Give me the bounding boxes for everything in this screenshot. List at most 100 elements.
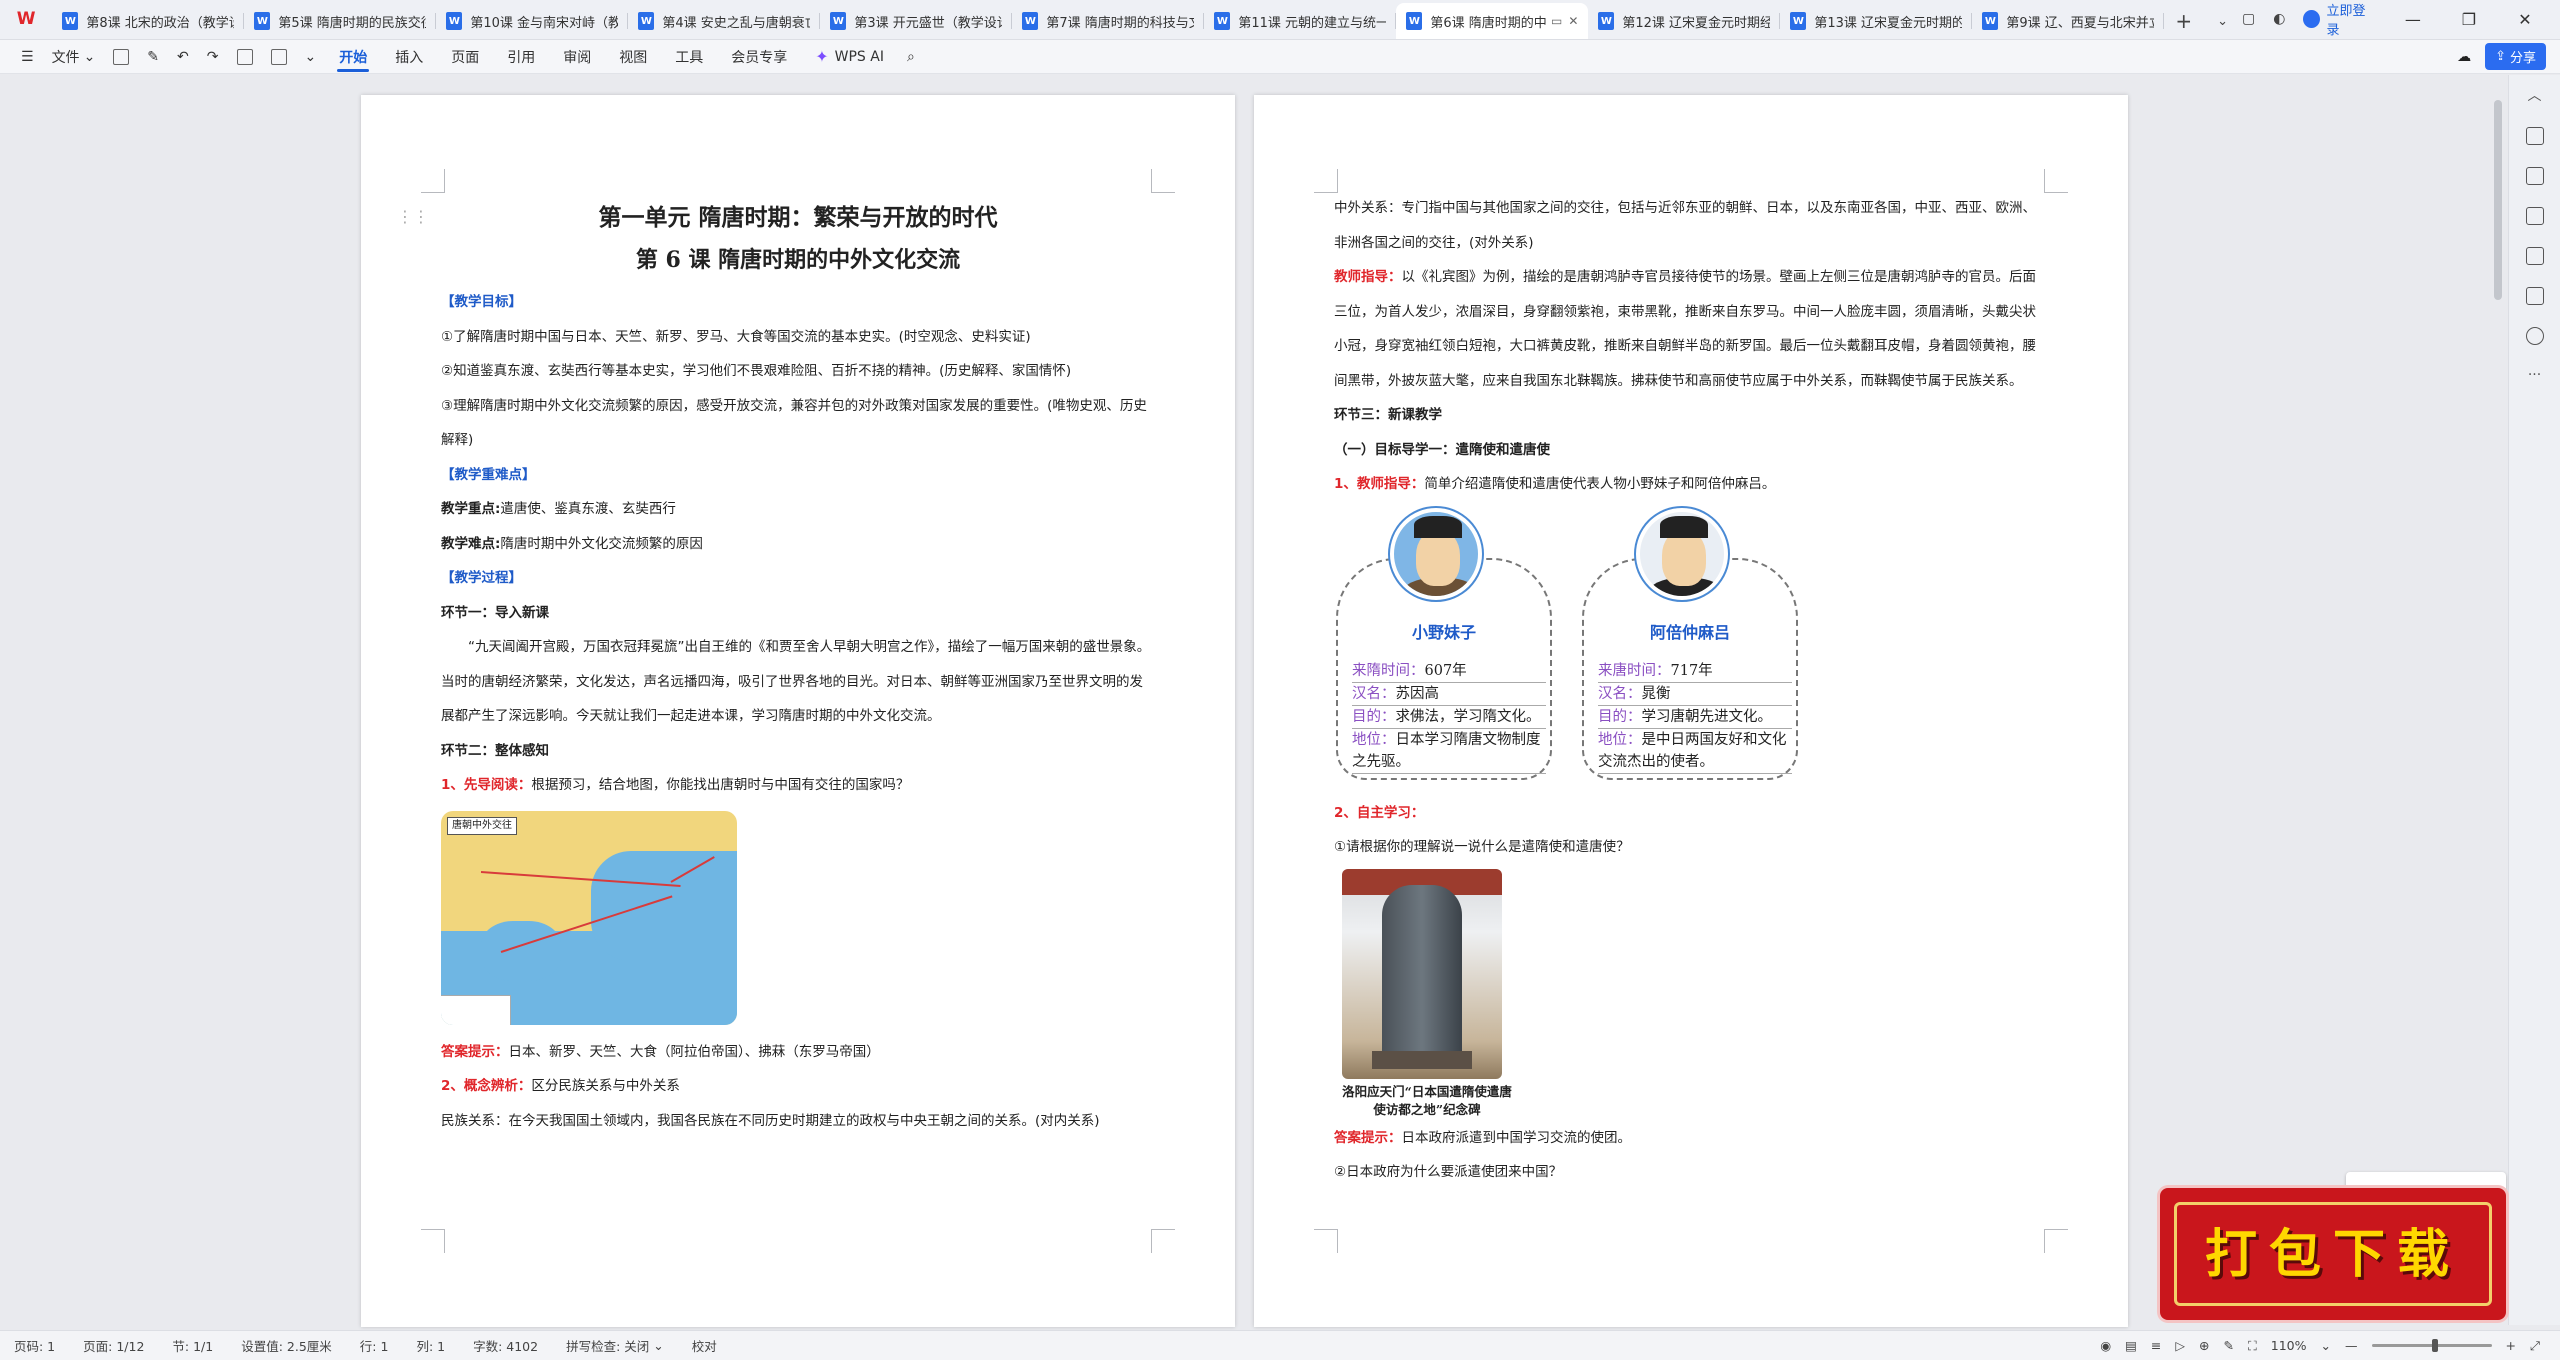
new-tab-button[interactable]: + [2164, 3, 2203, 39]
tab-overview-icon[interactable]: ▢ [2242, 11, 2255, 27]
ribbon-toolbar: ☰ 文件 ⌄ ✎ ↶ ↷ ⌄ 开始 插入 页面 引用 审阅 视图 工具 会员专享 ✦ WPS A… [0, 40, 2560, 74]
print-icon[interactable] [228, 40, 262, 74]
status-spellcheck[interactable]: 拼写检查: 关闭 ⌄ [566, 1336, 664, 1355]
page-content[interactable]: 第一单元 隋唐时期：繁荣与开放的时代 第 6 课 隋唐时期的中外文化交流 【教学… [441, 197, 1155, 1138]
crop-mark [1151, 169, 1175, 193]
document-page-left[interactable]: ⋮⋮ 第一单元 隋唐时期：繁荣与开放的时代 第 6 课 隋唐时期的中外文化交流 … [361, 95, 1235, 1327]
redo-icon[interactable]: ↷ [198, 40, 228, 74]
word-doc-icon: W [1214, 12, 1231, 30]
document-page-right[interactable]: 中外关系：专门指中国与其他国家之间的交往，包括与近邻东亚的朝鲜、日本，以及东南亚… [1254, 95, 2128, 1327]
page-content[interactable]: 中外关系：专门指中国与其他国家之间的交往，包括与近邻东亚的朝鲜、日本，以及东南亚… [1334, 191, 2048, 1190]
tab-menu-chevron-icon[interactable]: ⌄ [2203, 3, 2242, 39]
tab-separator [2163, 13, 2165, 29]
menu-tab[interactable]: 引用 [493, 40, 549, 74]
stele-photo[interactable] [1342, 868, 1502, 1079]
envoy-portrait-image [1390, 507, 1482, 600]
select-icon[interactable] [2525, 167, 2544, 185]
menu-tab[interactable]: 页面 [437, 40, 493, 74]
tools-icon[interactable] [2525, 287, 2544, 305]
screen-icon[interactable]: ▭ [1551, 14, 1562, 28]
minimize-button[interactable]: — [2394, 10, 2432, 29]
document-tab[interactable]: W 第4课 安史之乱与唐朝衰亡 [628, 3, 821, 39]
write-icon[interactable]: ✎ [2224, 1338, 2234, 1353]
collapse-icon[interactable]: ︿ [2528, 85, 2542, 105]
status-word-count[interactable]: 字数: 4102 [473, 1336, 538, 1355]
key-points-heading: 【教学重难点】 [441, 466, 536, 483]
download-badge[interactable]: 打包下载 [2160, 1172, 2506, 1322]
zoom-out-icon[interactable]: — [2345, 1338, 2358, 1353]
share-button[interactable]: ⇪ 分享 [2485, 43, 2546, 70]
word-doc-icon: W [638, 12, 655, 30]
document-tab[interactable]: W 第11课 元朝的建立与统一 [1204, 3, 1397, 39]
tab-label: 第7课 隋唐时期的科技与文 [1046, 15, 1195, 31]
close-button[interactable]: ✕ [2506, 10, 2544, 29]
page-view-icon[interactable]: ▤ [2125, 1338, 2137, 1353]
image-icon[interactable] [2525, 247, 2544, 265]
document-tab[interactable]: W 第3课 开元盛世（教学设计 [820, 3, 1013, 39]
fit-icon[interactable]: ⛶ [2248, 1338, 2257, 1354]
settings-icon[interactable] [2525, 207, 2544, 225]
login-button[interactable]: 立即登录 [2303, 0, 2375, 38]
outline-icon[interactable]: ≡ [2151, 1338, 2161, 1353]
step-1-title: 环节一：导入新课 [441, 604, 549, 621]
menu-tab[interactable]: 开始 [325, 40, 381, 74]
document-workspace[interactable]: ⋮⋮ 第一单元 隋唐时期：繁荣与开放的时代 第 6 课 隋唐时期的中外文化交流 … [0, 75, 2500, 1327]
menu-tab[interactable]: 插入 [381, 40, 437, 74]
drag-handle-icon[interactable]: ⋮⋮ [397, 207, 429, 226]
save-icon[interactable] [104, 40, 138, 74]
menu-tab[interactable]: 会员专享 [717, 40, 801, 74]
side-toolbar: ︿ ··· [2508, 75, 2560, 1325]
more-chevron-icon[interactable]: ⌄ [296, 40, 326, 74]
document-tab[interactable]: W 第5课 隋唐时期的民族交往 [244, 3, 437, 39]
document-tabs: W 第8课 北宋的政治（教学设计 W 第5课 隋唐时期的民族交往 W 第10课 金与南宋对… [52, 3, 2165, 39]
word-doc-icon: W [830, 12, 847, 30]
cloud-icon[interactable]: ☁ [2457, 49, 2471, 65]
wps-logo-icon[interactable]: W [0, 0, 52, 39]
menu-tabs: 开始 插入 页面 引用 审阅 视图 工具 会员专享 [325, 40, 801, 74]
question-1: ①请根据你的理解说一说什么是遣隋使和遣唐使？ [1334, 839, 1630, 855]
ethnic-relations-text: 民族关系：在今天我国国土领域内，我国各民族在不同历史时期建立的政权与中央王朝之间… [441, 1112, 1100, 1129]
tab-close-icon[interactable]: ✕ [1568, 14, 1578, 28]
document-tab[interactable]: W 第9课 辽、西夏与北宋并立 [1972, 3, 2165, 39]
fullscreen-icon[interactable]: ⤢ [2530, 1338, 2540, 1354]
status-proofread[interactable]: 校对 [692, 1336, 717, 1355]
menu-tab[interactable]: 审阅 [549, 40, 605, 74]
zoom-slider[interactable] [2371, 1339, 2492, 1352]
menu-tab[interactable]: 工具 [661, 40, 717, 74]
web-icon[interactable]: ⊕ [2199, 1338, 2209, 1353]
pen-icon[interactable]: ✎ [138, 40, 168, 74]
format-icon[interactable] [262, 40, 296, 74]
eye-icon[interactable]: ◉ [2100, 1338, 2111, 1353]
hamburger-icon[interactable]: ☰ [12, 40, 43, 74]
skin-icon[interactable]: ◐ [2273, 11, 2285, 27]
stele-caption: 洛阳应天门“日本国遣隋使遣唐使访都之地”纪念碑 [1342, 1083, 1512, 1117]
zoom-knob[interactable] [2431, 1339, 2438, 1352]
edit-icon[interactable] [2525, 127, 2544, 145]
zoom-level[interactable]: 110% [2271, 1338, 2307, 1353]
document-tab[interactable]: W 第13课 辽宋夏金元时期的文 [1780, 3, 1973, 39]
menu-tab[interactable]: 视图 [605, 40, 661, 74]
help-icon[interactable] [2525, 327, 2544, 345]
toolbar-right: ☁ ⇪ 分享 [2457, 43, 2560, 70]
word-doc-icon: W [62, 12, 79, 30]
more-icon[interactable]: ··· [2528, 367, 2541, 383]
zoom-chevron-icon[interactable]: ⌄ [2321, 1338, 2331, 1353]
document-tab[interactable]: W 第8课 北宋的政治（教学设计 [52, 3, 245, 39]
document-tab[interactable]: W 第10课 金与南宋对峙（教学 [436, 3, 629, 39]
tang-map-image[interactable]: 唐朝中外交往 [441, 810, 737, 1025]
crop-mark [2044, 169, 2068, 193]
restore-button[interactable]: ❐ [2450, 10, 2488, 29]
vertical-scrollbar[interactable] [2494, 100, 2502, 300]
zoom-in-icon[interactable]: + [2506, 1338, 2516, 1353]
wps-ai-button[interactable]: ✦ WPS AI [801, 47, 898, 66]
status-page[interactable]: 页面: 1/12 [83, 1336, 144, 1355]
document-tab[interactable]: W 第6课 隋唐时期的中 ▭ ✕ [1396, 3, 1589, 39]
file-menu-button[interactable]: 文件 ⌄ [43, 40, 105, 74]
read-icon[interactable]: ▷ [2175, 1338, 2185, 1353]
tab-label: 第10课 金与南宋对峙（教学 [470, 15, 619, 31]
answer-hint-line: 答案提示：日本、新罗、天竺、大食（阿拉伯帝国）、拂菻（东罗马帝国） [441, 1043, 880, 1060]
undo-icon[interactable]: ↶ [168, 40, 198, 74]
document-tab[interactable]: W 第12课 辽宋夏金元时期经济 [1588, 3, 1781, 39]
document-tab[interactable]: W 第7课 隋唐时期的科技与文 [1012, 3, 1205, 39]
search-icon[interactable]: ⌕ [898, 40, 924, 74]
